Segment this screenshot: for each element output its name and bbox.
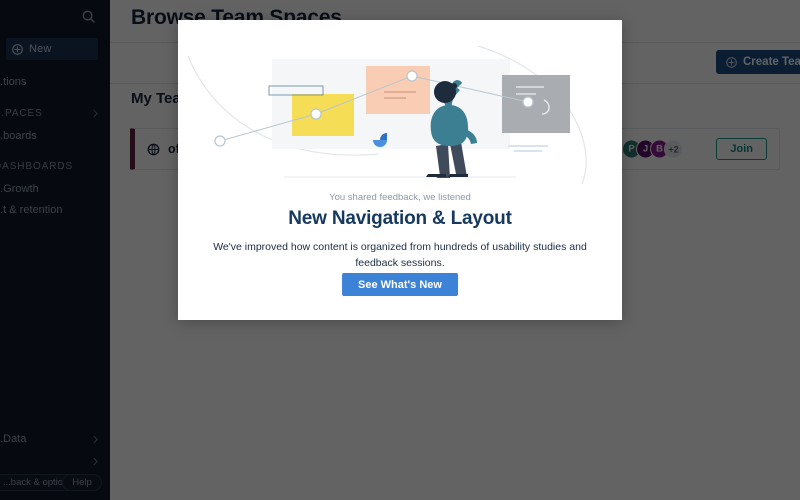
- modal-title: New Navigation & Layout: [288, 208, 512, 229]
- see-whats-new-button[interactable]: See What's New: [342, 273, 458, 296]
- app-root: Browse Team Spaces Create Team S My Team…: [0, 0, 800, 500]
- modal-body-text: We've improved how content is organized …: [213, 241, 587, 269]
- person-pointing-at-board-illustration: [187, 45, 587, 185]
- modal-eyebrow: You shared feedback, we listened: [329, 192, 471, 203]
- whats-new-modal: You shared feedback, we listened New Nav…: [178, 20, 622, 320]
